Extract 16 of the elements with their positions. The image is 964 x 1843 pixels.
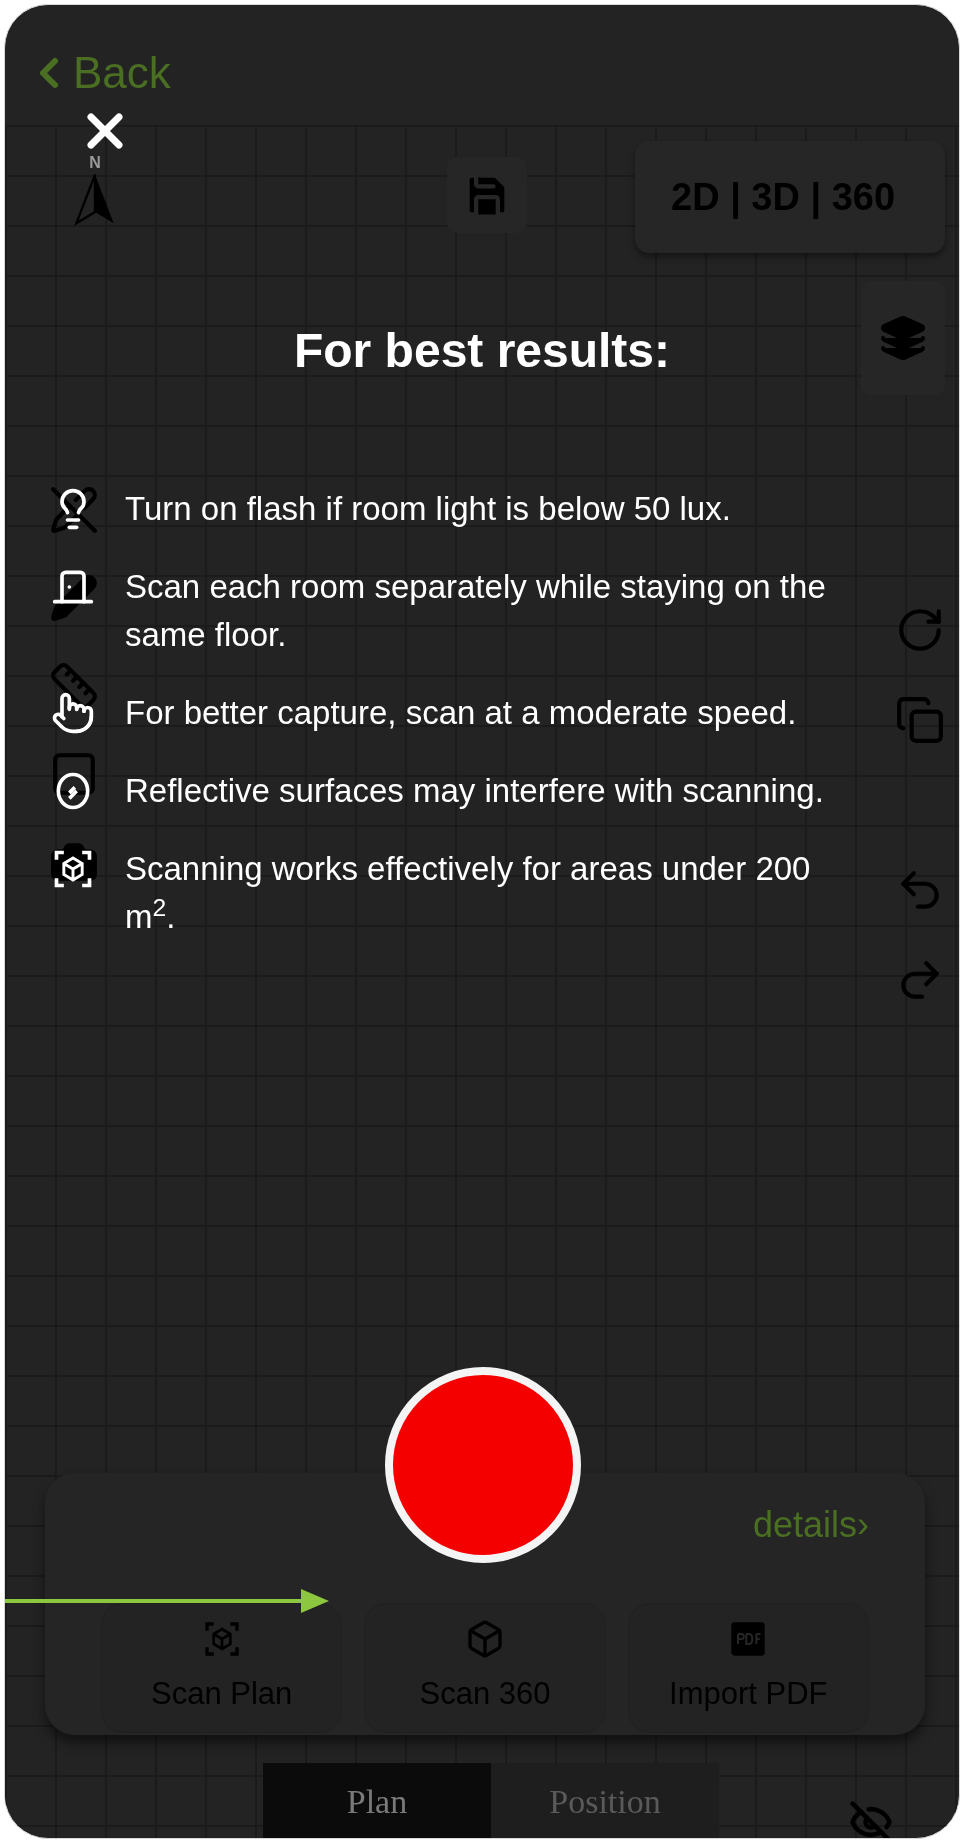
tip-text: Scan each room separately while staying on the same floor.	[125, 567, 827, 655]
cube-icon	[465, 1618, 505, 1659]
layers-icon	[879, 314, 927, 362]
back-button[interactable]: Back	[25, 45, 171, 101]
hand-pointer-icon	[51, 691, 95, 735]
tip-text: Reflective surfaces may interfere with scanning.	[125, 771, 825, 811]
tip-text: Turn on flash if room light is below 50 lux.	[125, 489, 732, 529]
mode-tab[interactable]: Position	[491, 1763, 719, 1838]
copy-icon	[895, 695, 945, 745]
pencil-icon	[49, 573, 99, 623]
tips-title: For best results:	[293, 327, 671, 375]
compass-label: N	[89, 155, 101, 171]
tip-text: For better capture, scan at a moderate speed.	[125, 693, 798, 733]
tip-text: Scanning works effectively for areas under 200 m$^{2}$.	[125, 849, 812, 937]
mode-tab[interactable]: Plan	[263, 1763, 491, 1838]
details-link[interactable]: details›	[752, 1507, 869, 1543]
